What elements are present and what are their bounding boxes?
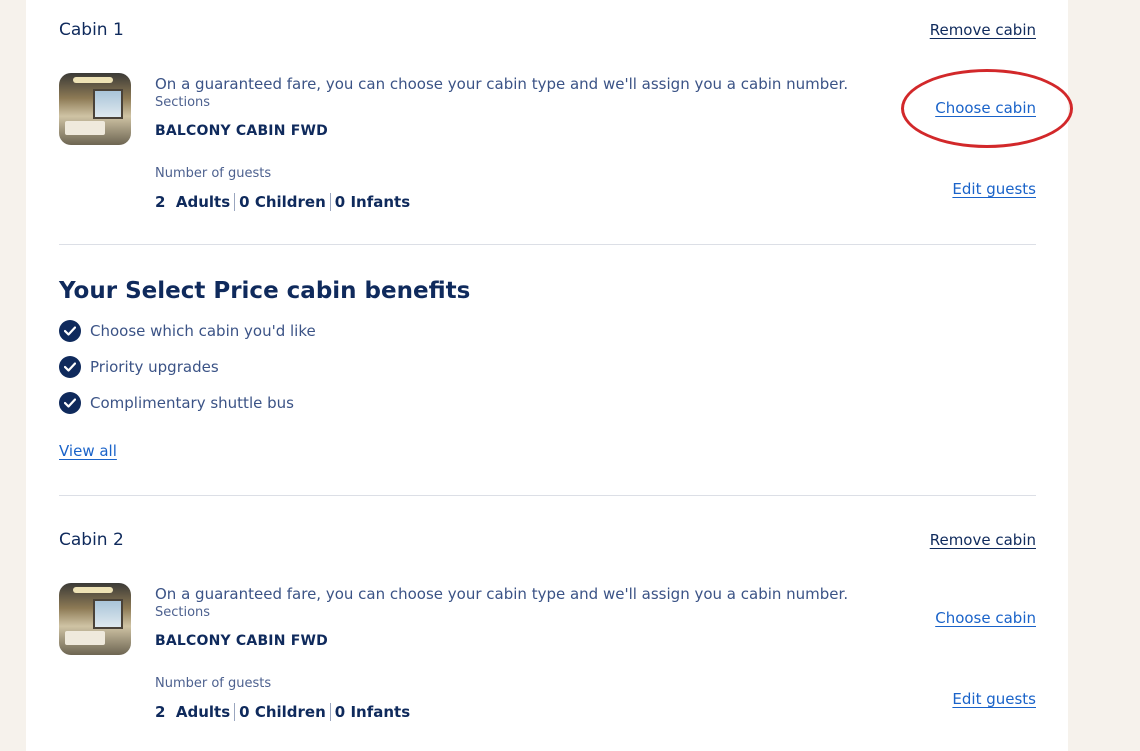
cabin-2-title: Cabin 2 xyxy=(59,530,124,550)
cabin-1-guests-label: Number of guests xyxy=(155,166,272,181)
benefits-title: Your Select Price cabin benefits xyxy=(59,278,471,304)
cabin-1-adults: 2 Adults xyxy=(155,193,231,211)
cabin-1-sections-label: Sections xyxy=(155,95,211,110)
check-circle-icon xyxy=(59,392,81,414)
divider xyxy=(59,495,1036,496)
benefit-item: Choose which cabin you'd like xyxy=(59,320,316,342)
cabin-2-remove-button[interactable]: Remove cabin xyxy=(930,531,1036,549)
benefit-text: Complimentary shuttle bus xyxy=(90,394,294,412)
cabin-1-edit-guests-button[interactable]: Edit guests xyxy=(952,180,1036,198)
cabin-1-image xyxy=(59,73,131,145)
cabin-2-guests: 2 Adults 0 Children 0 Infants xyxy=(155,703,410,721)
cabin-1-type: BALCONY CABIN FWD xyxy=(155,123,328,139)
benefit-text: Priority upgrades xyxy=(90,358,219,376)
divider xyxy=(59,244,1036,245)
check-circle-icon xyxy=(59,320,81,342)
cabin-2-adults: 2 Adults xyxy=(155,703,231,721)
cabin-2-type: BALCONY CABIN FWD xyxy=(155,633,328,649)
view-all-link[interactable]: View all xyxy=(59,442,117,460)
benefit-text: Choose which cabin you'd like xyxy=(90,322,316,340)
cabin-1-children: 0 Children xyxy=(239,193,326,211)
cabin-2-description: On a guaranteed fare, you can choose you… xyxy=(155,585,849,603)
benefit-item: Complimentary shuttle bus xyxy=(59,392,294,414)
highlight-circle xyxy=(901,69,1073,148)
cabin-2-edit-guests-button[interactable]: Edit guests xyxy=(952,690,1036,708)
cabin-2-image xyxy=(59,583,131,655)
cabin-1-guests: 2 Adults 0 Children 0 Infants xyxy=(155,193,410,211)
check-circle-icon xyxy=(59,356,81,378)
benefit-item: Priority upgrades xyxy=(59,356,219,378)
cabin-1-infants: 0 Infants xyxy=(334,193,411,211)
cabin-1-description: On a guaranteed fare, you can choose you… xyxy=(155,75,849,93)
cabin-2-guests-label: Number of guests xyxy=(155,676,272,691)
cabin-2-sections-label: Sections xyxy=(155,605,211,620)
cabin-1-title: Cabin 1 xyxy=(59,20,124,40)
cabin-2-infants: 0 Infants xyxy=(334,703,411,721)
cabin-2-children: 0 Children xyxy=(239,703,326,721)
cabin-1-remove-button[interactable]: Remove cabin xyxy=(930,21,1036,39)
cabin-2-choose-cabin-button[interactable]: Choose cabin xyxy=(935,609,1036,627)
